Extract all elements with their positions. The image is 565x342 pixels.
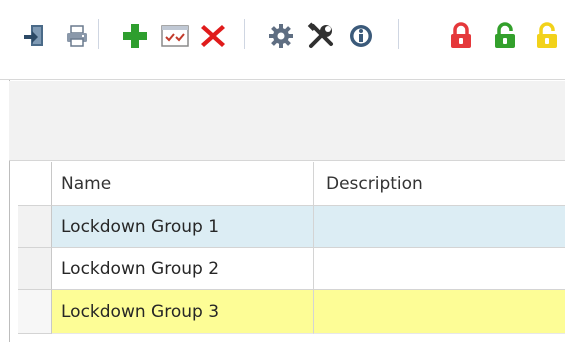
group-by-area	[9, 81, 565, 161]
lockdown-button[interactable]	[446, 21, 476, 51]
lockdown-groups-grid: Name Description Lockdown Group 1 Lockdo…	[18, 162, 565, 342]
row-selector-header[interactable]	[18, 162, 52, 206]
group-name-cell[interactable]: Lockdown Group 3	[52, 290, 314, 334]
row-selector[interactable]	[18, 206, 52, 248]
column-header-name[interactable]: Name	[52, 162, 314, 206]
column-header-description[interactable]: Description	[314, 162, 565, 206]
tools-icon	[307, 22, 333, 48]
unlock-button[interactable]	[490, 21, 520, 51]
lock-open-icon	[495, 22, 515, 48]
group-description-cell[interactable]	[314, 248, 565, 290]
lock-closed-icon	[451, 22, 471, 48]
print-button[interactable]	[62, 21, 92, 51]
row-selector[interactable]	[18, 290, 52, 334]
table-row[interactable]: Lockdown Group 1	[18, 206, 565, 248]
group-description-cell[interactable]	[314, 290, 565, 334]
group-description-cell[interactable]	[314, 206, 565, 248]
lock-partial-icon	[537, 22, 557, 48]
info-icon	[350, 25, 372, 47]
edit-button[interactable]	[160, 21, 190, 51]
group-name-cell[interactable]: Lockdown Group 1	[52, 206, 314, 248]
settings-button[interactable]	[266, 21, 296, 51]
gear-icon	[269, 24, 293, 48]
table-row[interactable]: Lockdown Group 3	[18, 290, 565, 334]
delete-icon	[201, 25, 225, 47]
partial-lock-button[interactable]	[534, 21, 565, 51]
toolbar-separator	[98, 19, 99, 49]
checklist-icon	[161, 25, 189, 47]
toolbar	[0, 0, 565, 80]
export-icon	[24, 25, 43, 46]
info-button[interactable]	[346, 21, 376, 51]
group-name-cell[interactable]: Lockdown Group 2	[52, 248, 314, 290]
print-icon	[67, 25, 87, 47]
toolbar-separator	[398, 19, 399, 49]
add-icon	[123, 24, 147, 48]
export-button[interactable]	[20, 21, 50, 51]
add-button[interactable]	[120, 21, 150, 51]
table-row[interactable]: Lockdown Group 2	[18, 248, 565, 290]
grid-header-row: Name Description	[18, 162, 565, 206]
toolbar-separator	[244, 19, 245, 49]
row-selector[interactable]	[18, 248, 52, 290]
delete-button[interactable]	[198, 21, 228, 51]
tools-button[interactable]	[306, 21, 336, 51]
